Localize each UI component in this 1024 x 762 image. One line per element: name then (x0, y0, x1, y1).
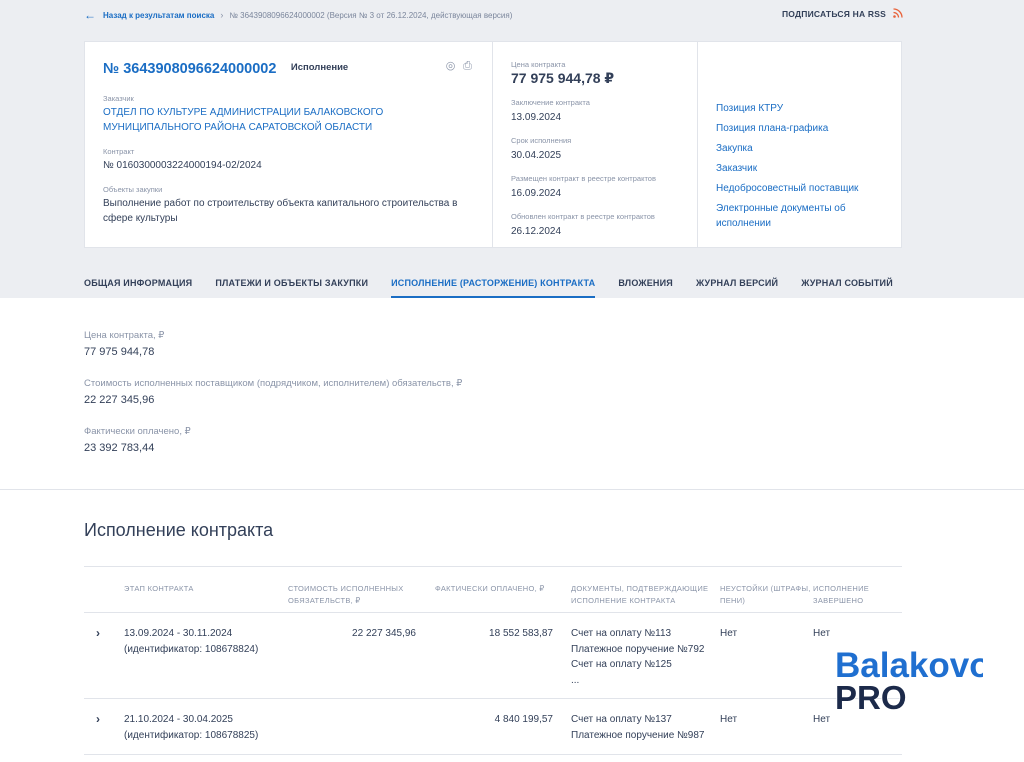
plan-schedule-link[interactable]: Позиция плана-графика (716, 121, 883, 136)
tab-execution[interactable]: ИСПОЛНЕНИЕ (РАСТОРЖЕНИЕ) КОНТРАКТА (391, 278, 596, 298)
objects-value: Выполнение работ по строительству объект… (103, 198, 458, 224)
row-completed: Нет (813, 714, 831, 725)
row-paid: 4 840 199,57 (494, 714, 553, 725)
price-value: 77 975 944,78 ₽ (511, 70, 615, 86)
row-doc: Счет на оплату №125 (571, 659, 672, 670)
summary-price-value: 77 975 944,78 (84, 346, 155, 358)
arrow-left-icon[interactable]: ← (84, 9, 96, 21)
tab-general-info[interactable]: ОБЩАЯ ИНФОРМАЦИЯ (84, 278, 192, 298)
tab-attachments[interactable]: ВЛОЖЕНИЯ (618, 278, 673, 298)
header-region: ← Назад к результатам поиска › № 3643908… (0, 0, 1024, 298)
card-actions: ◎ ⎙ (444, 60, 474, 73)
contract-label: Контракт (103, 147, 135, 156)
table-header: ЭТАП КОНТРАКТА СТОИМОСТЬ ИСПОЛНЕННЫХ ОБЯ… (84, 566, 902, 613)
conclusion-label: Заключение контракта (511, 98, 590, 107)
row-period: 21.10.2024 - 30.04.2025 (124, 714, 233, 725)
rss-icon[interactable] (893, 8, 903, 18)
placed-label: Размещен контракт в реестре контрактов (511, 174, 656, 183)
table-row[interactable]: › 21.10.2024 - 30.04.2025 (идентификатор… (84, 699, 902, 755)
tab-event-log[interactable]: ЖУРНАЛ СОБЫТИЙ (801, 278, 893, 298)
row-ident: (идентификатор: 108678824) (124, 643, 259, 655)
row-paid: 18 552 583,87 (489, 628, 553, 639)
chevron-right-icon[interactable]: › (96, 712, 100, 726)
row-doc: Счет на оплату №137 (571, 714, 672, 725)
header-completed: ИСПОЛНЕНИЕ ЗАВЕРШЕНО (813, 584, 870, 605)
table-row[interactable]: › 13.09.2024 - 30.11.2024 (идентификатор… (84, 613, 902, 699)
row-doc: Платежное поручение №987 (571, 729, 705, 741)
section-title: Исполнение контракта (84, 520, 274, 540)
row-penalties: Нет (720, 628, 738, 639)
contract-card: № 3643908096624000002 Исполнение ◎ ⎙ Зак… (84, 41, 902, 248)
updated-label: Обновлен контракт в реестре контрактов (511, 212, 655, 221)
ktru-position-link[interactable]: Позиция КТРУ (716, 101, 883, 116)
execution-summary: Цена контракта, ₽ 77 975 944,78 Стоимост… (84, 330, 462, 474)
summary-price-label: Цена контракта, ₽ (84, 330, 165, 341)
print-icon[interactable]: ⎙ (461, 60, 474, 73)
tab-bar: ОБЩАЯ ИНФОРМАЦИЯ ПЛАТЕЖИ И ОБЪЕКТЫ ЗАКУП… (84, 278, 916, 298)
header-spacer (84, 583, 124, 612)
balakovo-pro-watermark: Balakovo PRO (834, 645, 983, 713)
term-value: 30.04.2025 (511, 150, 562, 161)
breadcrumb-current: № 3643908096624000002 (Версия № 3 от 26.… (229, 10, 513, 20)
status-badge: Исполнение (290, 62, 349, 73)
row-period: 13.09.2024 - 30.11.2024 (124, 628, 233, 639)
row-penalties: Нет (720, 714, 738, 725)
row-doc: Счет на оплату №113 (571, 628, 672, 639)
contract-value: № 0160300003224000194-02/2024 (103, 160, 262, 171)
chevron-right-icon: › (220, 10, 224, 20)
purchase-link[interactable]: Закупка (716, 141, 883, 156)
contract-reg-number[interactable]: № 3643908096624000002 (103, 61, 276, 77)
contract-dates: Цена контракта 77 975 944,78 ₽ Заключени… (493, 42, 698, 247)
term-label: Срок исполнения (511, 136, 572, 145)
target-icon[interactable]: ◎ (444, 60, 457, 73)
tab-payments[interactable]: ПЛАТЕЖИ И ОБЪЕКТЫ ЗАКУПКИ (215, 278, 368, 298)
summary-paid-value: 23 392 783,44 (84, 442, 155, 454)
header-stage: ЭТАП КОНТРАКТА (124, 584, 194, 593)
customer-side-link[interactable]: Заказчик (716, 161, 883, 176)
conclusion-value: 13.09.2024 (511, 112, 562, 123)
rss-subscribe-link[interactable]: ПОДПИСАТЬСЯ НА RSS (782, 9, 886, 19)
execution-table: ЭТАП КОНТРАКТА СТОИМОСТЬ ИСПОЛНЕННЫХ ОБЯ… (84, 566, 902, 755)
header-documents: ДОКУМЕНТЫ, ПОДТВЕРЖДАЮЩИЕ ИСПОЛНЕНИЕ КОН… (571, 584, 709, 605)
row-doc: Платежное поручение №792 (571, 643, 705, 655)
section-divider (0, 489, 1024, 490)
related-links: Позиция КТРУ Позиция плана-графика Закуп… (698, 42, 901, 247)
summary-fulfilled-value: 22 227 345,96 (84, 394, 155, 406)
unfair-supplier-link[interactable]: Недобросовестный поставщик (716, 181, 883, 196)
row-fulfilled (288, 712, 416, 754)
back-to-results-link[interactable]: Назад к результатам поиска (103, 11, 214, 20)
row-ident: (идентификатор: 108678825) (124, 729, 259, 741)
breadcrumb: ← Назад к результатам поиска › № 3643908… (84, 8, 904, 22)
updated-value: 26.12.2024 (511, 226, 562, 237)
row-fulfilled: 22 227 345,96 (352, 628, 416, 639)
price-label: Цена контракта (511, 60, 566, 69)
row-doc-more: ... (571, 674, 580, 686)
placed-value: 16.09.2024 (511, 188, 562, 199)
summary-fulfilled-label: Стоимость исполненных поставщиком (подря… (84, 378, 463, 389)
chevron-right-icon[interactable]: › (96, 626, 100, 640)
summary-paid-label: Фактически оплачено, ₽ (84, 426, 191, 437)
customer-link[interactable]: ОТДЕЛ ПО КУЛЬТУРЕ АДМИНИСТРАЦИИ БАЛАКОВС… (103, 105, 474, 135)
tab-version-log[interactable]: ЖУРНАЛ ВЕРСИЙ (696, 278, 778, 298)
objects-label: Объекты закупки (103, 185, 163, 194)
header-fulfilled: СТОИМОСТЬ ИСПОЛНЕННЫХ ОБЯЗАТЕЛЬСТВ, ₽ (288, 584, 404, 605)
header-paid: ФАКТИЧЕСКИ ОПЛАЧЕНО, ₽ (435, 584, 545, 593)
contract-main-info: № 3643908096624000002 Исполнение ◎ ⎙ Зак… (85, 42, 493, 247)
customer-label: Заказчик (103, 94, 134, 103)
e-documents-link[interactable]: Электронные документы об исполнении (716, 201, 883, 231)
watermark-line2: PRO (835, 679, 907, 713)
header-penalties: НЕУСТОЙКИ (ШТРАФЫ, ПЕНИ) (720, 584, 811, 605)
